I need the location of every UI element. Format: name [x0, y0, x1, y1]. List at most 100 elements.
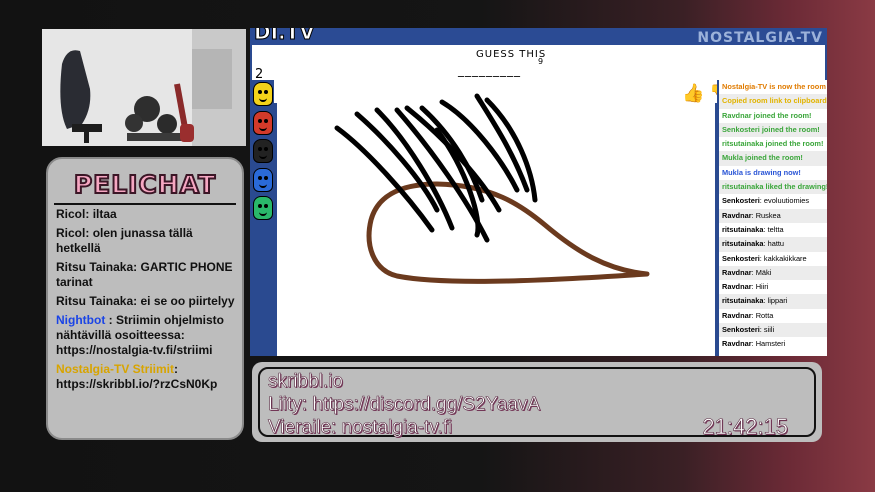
game-chat-text: ritsutainaka liked the drawing!	[722, 182, 827, 192]
pelichat-username: Ritsu Tainaka	[56, 294, 134, 308]
pelichat-username: Nostalgia-TV Striimit	[56, 362, 175, 376]
thumbs-up-icon[interactable]: 👍	[682, 83, 704, 104]
game-chat-text: Nostalgia-TV is now the room owner	[722, 82, 827, 91]
word-blanks: _________	[458, 63, 521, 77]
game-chat-message: Copied room link to clipboard	[719, 94, 827, 109]
game-chat-text: Hiiri	[755, 282, 769, 292]
pelichat-text: ei se oo piirtelyy	[140, 294, 235, 308]
pelichat-username: Ritsu Tainaka	[56, 260, 134, 274]
avatar-eye	[258, 147, 262, 151]
game-chat-username: Senkosteri	[722, 196, 760, 206]
game-chat-text: evoluutiomies	[763, 196, 810, 206]
pelichat-title: PELICHAT	[73, 169, 217, 200]
game-chat-message: ritsutainaka joined the room!	[719, 137, 827, 151]
drawing	[334, 93, 650, 284]
word-length: 9	[538, 57, 544, 66]
avatar-eye	[264, 175, 268, 180]
avatar-mouth	[259, 211, 267, 216]
game-chat-log: Nostalgia-TV is now the room owner Copied…	[717, 80, 827, 356]
spike-stroke	[354, 111, 440, 213]
game-chat-text: Mukla is drawing now!	[722, 167, 801, 177]
game-chat-message: Senkosteri: kakkakikkare	[722, 253, 807, 263]
guess-this-label: GUESS THIS	[476, 49, 547, 60]
pelichat-message-list: Ricol: iltaa Ricol: olen junassa tällä he…	[56, 207, 236, 434]
game-chat-text: siili	[763, 325, 775, 335]
avatar-mouth	[259, 154, 267, 159]
game-chat-message: Mukla is drawing now!	[719, 166, 827, 180]
pelichat-message: Nostalgia-TV Striimit: https://skribbl.i…	[56, 362, 236, 392]
pelichat-separator: :	[174, 362, 179, 376]
pelichat-message: Ricol: iltaa	[56, 207, 236, 222]
pelichat-username: Ricol	[56, 226, 86, 240]
pelichat-username: Nightbot	[56, 313, 106, 327]
pelichat-header: PELICHAT	[54, 165, 236, 205]
pelichat-username: Ricol	[56, 207, 86, 221]
game-chat-message: ritsutainaka liked the drawing!	[719, 180, 827, 195]
game-chat-username: Ravdnar	[722, 210, 752, 220]
info-website: Vieraile: nostalgia-tv.fi	[268, 417, 453, 439]
game-chat-text: Mäki	[755, 267, 772, 277]
game-chat-username: Senkosteri	[722, 325, 760, 335]
pelichat-separator: :	[105, 313, 116, 327]
avatar-eye	[258, 90, 262, 94]
avatar-eye	[264, 90, 268, 94]
red-avatar-icon[interactable]	[253, 110, 273, 135]
black-avatar-icon[interactable]	[253, 139, 273, 163]
skribbl-game: DI.TV NOSTALGIA-TV 2 GUESS THIS ________…	[250, 28, 827, 356]
game-chat-text: Hamsteri	[755, 339, 786, 349]
avatar-eye	[258, 175, 262, 180]
game-chat-text: teltta	[767, 224, 784, 234]
game-chat-username: ritsutainaka	[722, 239, 764, 249]
game-chat-text: Ravdnar joined the room!	[722, 110, 812, 120]
game-chat-username: ritsutainaka	[722, 296, 764, 306]
game-chat-message: Ravdnar: Hiiri	[722, 282, 769, 292]
game-chat-username: Ravdnar	[722, 267, 752, 277]
green-avatar-icon[interactable]	[253, 196, 273, 220]
avatar-mouth	[259, 183, 267, 188]
game-chat-message: Ravdnar: Rotta	[722, 310, 774, 320]
pelichat-message: Nightbot : Striimin ohjelmisto nähtävill…	[56, 313, 236, 358]
game-chat-message: ritsutainaka: hattu	[719, 237, 827, 252]
game-chat-message: Ravdnar joined the room!	[719, 109, 827, 123]
game-chat-message: Senkosteri: siili	[719, 323, 827, 338]
pelichat-panel: PELICHAT Ricol: iltaa Ricol: olen junassa…	[46, 157, 244, 440]
pelichat-message: Ricol: olen junassa tällä hetkellä	[56, 226, 236, 256]
stream-info-box: skribbl.io Liity: https://discord.gg/S2Y…	[258, 367, 816, 440]
game-chat-message: Ravdnar: Hamsteri	[722, 339, 786, 349]
game-chat-message: Nostalgia-TV is now the room owner	[719, 80, 827, 94]
pelichat-text: iltaa	[92, 207, 117, 221]
info-discord-link: Liity: https://discord.gg/S2YaavA	[268, 394, 541, 416]
yellow-avatar-icon[interactable]	[253, 82, 273, 106]
avatar-eye	[264, 204, 268, 208]
pelichat-separator: :	[85, 226, 93, 240]
avatar-eye	[264, 147, 268, 151]
avatar-mouth	[259, 126, 267, 131]
avatar-eye	[258, 204, 262, 208]
stream-clock: 21:42:15	[702, 414, 788, 440]
game-chat-message: Senkosteri joined the room!	[719, 122, 827, 138]
webcam-image	[42, 29, 246, 146]
stream-info-panel: skribbl.io Liity: https://discord.gg/S2Y…	[252, 362, 822, 442]
game-chat-text: Ruskea	[755, 210, 781, 220]
webcam-feed	[42, 29, 246, 146]
game-chat-message: Ravdnar: Mäki	[719, 265, 827, 281]
game-chat-text: Mukla joined the room!	[722, 153, 803, 163]
game-chat-message: Ravdnar: Ruskea	[719, 208, 827, 223]
game-topbar: DI.TV NOSTALGIA-TV	[250, 28, 827, 45]
game-chat-username: ritsutainaka	[722, 224, 764, 234]
pelichat-separator: :	[85, 207, 93, 221]
game-chat-text: kakkakikkare	[763, 253, 807, 263]
game-chat-message: Senkosteri: evoluutiomies	[722, 196, 810, 206]
game-chat-text: hattu	[767, 239, 785, 249]
info-game-name: skribbl.io	[268, 371, 344, 393]
game-chat-text: Rotta	[755, 310, 774, 320]
blue-avatar-icon[interactable]	[253, 167, 273, 192]
game-chat-message: ritsutainaka: teltta	[722, 224, 784, 234]
game-chat-text: ritsutainaka joined the room!	[722, 139, 824, 149]
drawing-canvas[interactable]: 👍 👎	[277, 80, 731, 356]
pelichat-text: https://skribbl.io/?rzCsN0Kp	[56, 377, 218, 391]
game-chat-username: Ravdnar	[722, 282, 752, 292]
pelichat-message: Ritsu Tainaka: ei se oo piirtelyy	[56, 294, 236, 309]
avatar-mouth	[259, 97, 267, 102]
game-chat-text: Copied room link to clipboard	[722, 96, 827, 106]
